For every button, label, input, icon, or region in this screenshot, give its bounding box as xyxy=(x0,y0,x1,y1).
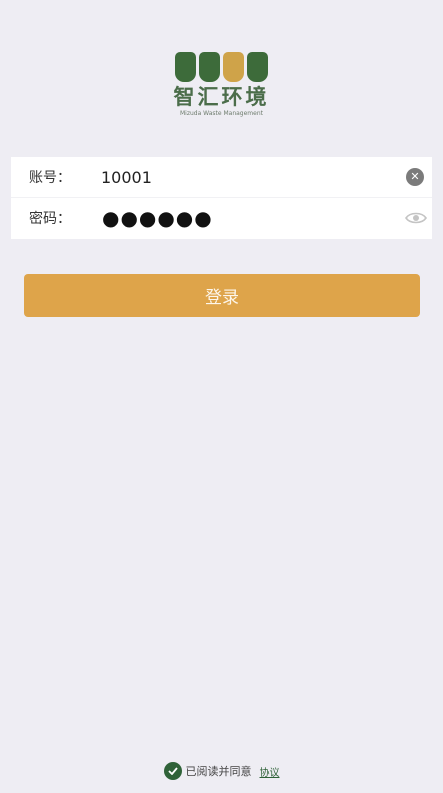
logo-bar-4 xyxy=(247,52,268,82)
logo-bar-1 xyxy=(175,52,196,82)
logo-bar-3 xyxy=(223,52,244,82)
password-input[interactable]: ●●●●●● xyxy=(102,208,213,228)
check-circle-icon[interactable] xyxy=(163,762,182,780)
logo-bar-2 xyxy=(199,52,220,82)
account-input[interactable]: 10001 xyxy=(101,168,152,187)
password-row: 密码： ●●●●●● xyxy=(11,197,432,238)
account-label: 账号： xyxy=(29,170,71,186)
login-button[interactable]: 登录 xyxy=(24,274,420,317)
agreement-text: 已阅读并同意 xyxy=(185,765,252,778)
logo-name-cn: 智汇环境 xyxy=(173,85,270,109)
eye-icon[interactable] xyxy=(405,210,427,226)
agreement-link[interactable]: 协议 xyxy=(260,764,280,779)
password-label: 密码： xyxy=(29,211,71,227)
clear-icon[interactable]: ✕ xyxy=(406,168,424,186)
logo-mark xyxy=(175,52,268,82)
app-logo: 智汇环境 Mizuda Waste Management xyxy=(0,52,443,118)
account-row: 账号： 10001 ✕ xyxy=(11,157,432,197)
agreement-row: 已阅读并同意 协议 xyxy=(0,762,443,780)
logo-name-en: Mizuda Waste Management xyxy=(179,110,263,117)
login-form: 账号： 10001 ✕ 密码： ●●●●●● xyxy=(11,157,432,239)
